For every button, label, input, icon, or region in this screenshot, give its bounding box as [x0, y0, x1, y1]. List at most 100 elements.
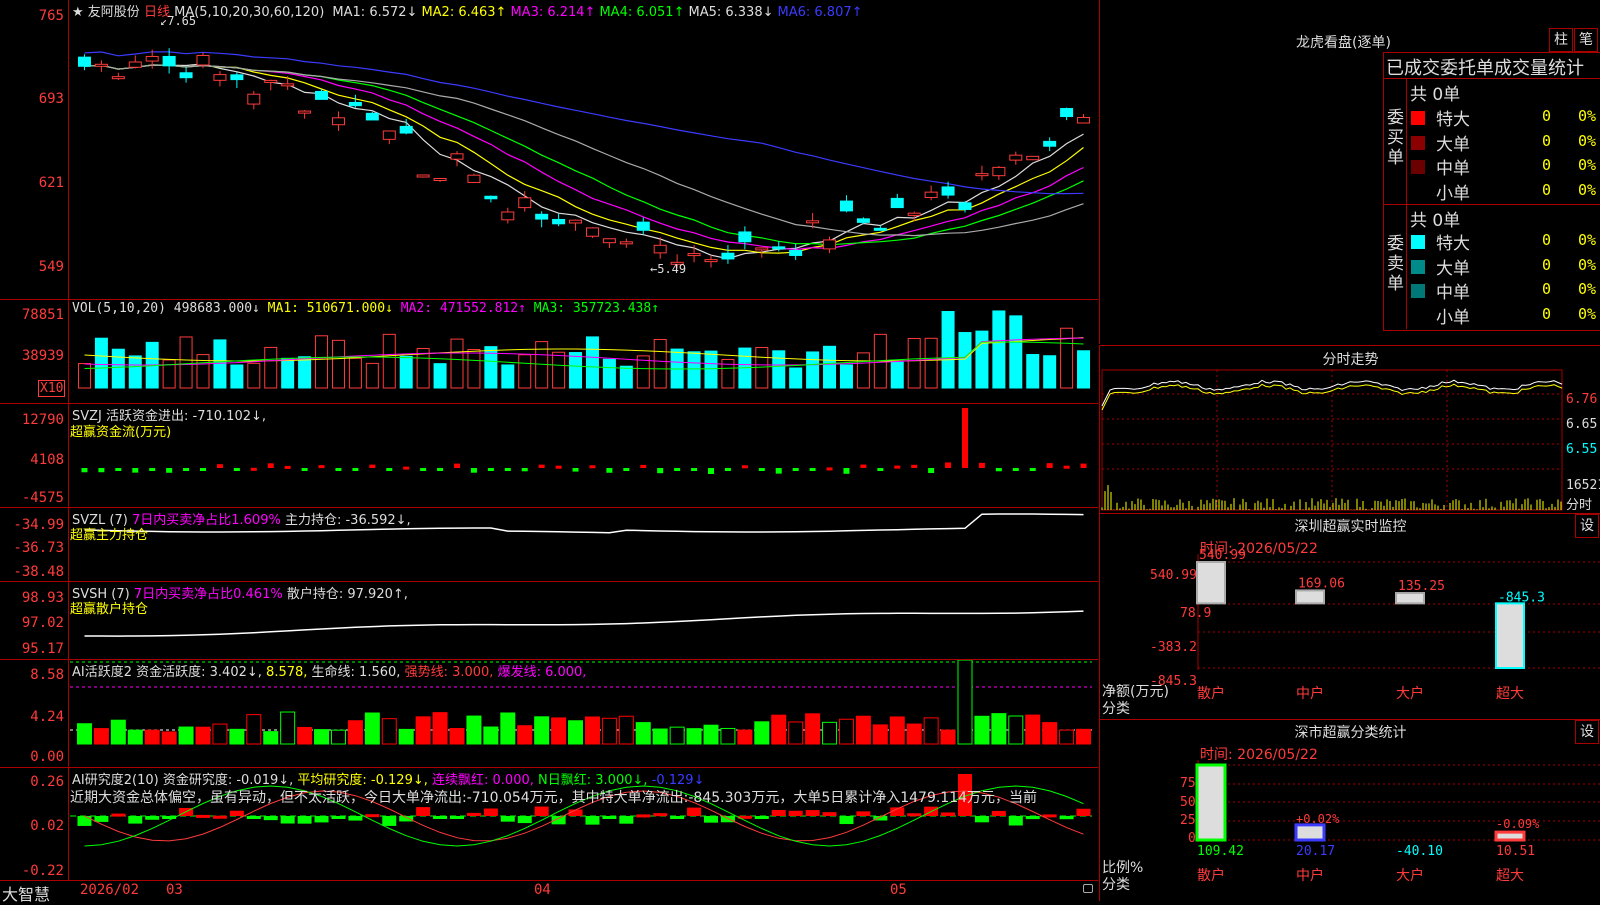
ma-item: MA6: 6.807↑ — [777, 5, 863, 20]
sz-stats-panel[interactable]: 深市超赢分类统计 设 时间: 2026/05/22 109.42 散户 20.17 +… — [1099, 719, 1600, 901]
ma-item: MA5: 6.338↓ — [688, 5, 774, 20]
research-bar — [907, 813, 922, 817]
stats-bottom-value: -40.10 — [1396, 844, 1443, 859]
ai-comment: 近期大资金总体偏空，虽有异动，但不太活跃，今日大单净流出:-710.054万元，… — [70, 790, 1038, 806]
activity-bar — [974, 715, 990, 745]
candle-body — [890, 197, 904, 209]
ai-research-t3: 连续飘红: 0.000, — [432, 773, 534, 788]
candlestick-chart[interactable] — [0, 0, 1098, 299]
fund-flow-bar — [945, 462, 952, 468]
fund-flow-bar — [200, 468, 206, 471]
monitor-category: 散户 — [1197, 685, 1225, 702]
fund-flow-bar — [708, 468, 714, 474]
activity-bar — [568, 720, 584, 745]
fund-flow-bar — [826, 467, 833, 471]
fund-flow-bar — [132, 468, 139, 473]
vol-ma1: MA1: 510671.000↓ — [267, 301, 393, 316]
volume-bar — [399, 355, 413, 389]
research-bar — [94, 816, 109, 822]
ai-research-t1: 资金研究度: -0.019↓, — [162, 773, 294, 788]
star-icon[interactable]: ★ — [72, 5, 84, 20]
stock-name[interactable]: 友阿股份 — [88, 5, 140, 20]
activity-bar — [144, 729, 160, 745]
activity-bar — [991, 713, 1007, 745]
intraday-chart[interactable] — [1100, 346, 1600, 513]
intraday-price-label: 6.76 — [1566, 392, 1598, 407]
fund-flow-bar — [538, 464, 545, 468]
candle-body — [145, 55, 159, 62]
research-bar — [704, 816, 718, 823]
candle-body — [924, 191, 938, 198]
sell-side-label: 委卖单 — [1387, 234, 1404, 294]
research-bar — [280, 816, 295, 824]
kline-panel[interactable]: 765 693 621 549 ★ 友阿股份 日线 MA(5,10,20,30,… — [0, 0, 1098, 300]
volume-bar — [823, 345, 837, 389]
research-bar — [382, 816, 397, 826]
ai-active-panel[interactable]: 8.58 4.24 0.00 AI活跃度2 资金活跃度: 3.402↓, 8.5… — [0, 660, 1098, 768]
activity-bar — [906, 723, 922, 745]
sz-monitor-panel[interactable]: 深圳超赢实时监控 设 时间: 2026/05/22 540.99 散户 169.06… — [1099, 513, 1600, 719]
volume-bar — [382, 333, 396, 389]
volume-bar — [602, 358, 616, 389]
volume-panel[interactable]: 78851 38939 X10 VOL(5,10,20) 498683.000↓… — [0, 300, 1098, 404]
fund-flow-bar — [843, 468, 850, 474]
tick-mode-button[interactable]: 笔 — [1574, 28, 1598, 52]
activity-bar — [1076, 728, 1092, 745]
date-label: 03 — [166, 882, 183, 898]
volume-bar — [569, 352, 583, 389]
fund-flow-bar — [369, 464, 376, 468]
research-bar — [585, 816, 600, 825]
fund-flow-bar — [166, 468, 173, 473]
fund-flow-bar — [1046, 463, 1053, 468]
candle-body — [704, 259, 718, 263]
category-pct: 0% — [1578, 304, 1597, 323]
fund-flow-bar — [115, 468, 122, 471]
stats-bar — [1494, 830, 1526, 842]
fund-flow-bar — [250, 467, 257, 471]
bar-mode-button[interactable]: 柱 — [1549, 28, 1573, 52]
ai-active-header: AI活跃度2 资金活跃度: 3.402↓, 8.578, 生命线: 1.560,… — [72, 661, 586, 680]
sz-stats-chart: 109.42 散户 20.17 +0.02% 中户 -40.10 大户 10.51 -0.09%… — [1195, 760, 1600, 884]
category-pct: 0% — [1578, 107, 1597, 125]
candle-body — [619, 241, 633, 245]
lock-icon[interactable] — [1083, 884, 1093, 893]
svzj-panel[interactable]: 12790 4108 -4575 SVZJ 活跃资金进出: -710.102↓,… — [0, 404, 1098, 508]
svzl-panel[interactable]: -34.99 -36.73 -38.48 SVZL (7) 7日内买卖净占比1.… — [0, 508, 1098, 582]
candle-body — [1077, 116, 1091, 124]
intraday-panel[interactable]: 分时走势 6.76 6.65 6.55 16521 分时 — [1099, 345, 1600, 513]
fund-flow-bar — [267, 463, 274, 468]
stats-bar-label: +0.02% — [1296, 812, 1340, 826]
sz-stats-ylabel: 50 — [1180, 795, 1196, 810]
research-bar — [805, 810, 820, 816]
volume-bar — [772, 350, 786, 389]
category-count: 0 — [1542, 280, 1552, 298]
ai-research-panel[interactable]: 0.26 0.02 -0.22 AI研究度2(10) 资金研究度: -0.019… — [0, 768, 1098, 881]
activity-bar — [551, 717, 567, 745]
vol-prefix: VOL(5,10,20) — [72, 301, 166, 316]
candle-body — [501, 211, 515, 221]
category-count: 0 — [1542, 131, 1552, 150]
category-count: 0 — [1542, 107, 1552, 125]
volume-bar — [856, 352, 870, 389]
table-divider — [1383, 78, 1600, 79]
volume-bar — [992, 310, 1006, 389]
monitor-bar-label: -845.3 — [1498, 590, 1545, 605]
svzj-subtitle: 超赢资金流(万元) — [70, 425, 172, 440]
activity-bar — [855, 715, 871, 745]
ma-values: MA1: 6.572↓ MA2: 6.463↑ MA3: 6.214↑ MA4: 6.… — [328, 5, 862, 20]
activity-bar — [822, 721, 838, 745]
research-bar — [771, 809, 786, 816]
volume-bar — [450, 338, 464, 389]
research-bar — [416, 807, 431, 816]
buy-total: 共 0单 — [1410, 85, 1461, 105]
intraday-price-line — [1101, 379, 1563, 407]
category-count: 0 — [1542, 180, 1552, 199]
svsh-panel[interactable]: 98.93 97.02 95.17 SVSH (7) 7日内买卖净占比0.461… — [0, 582, 1098, 660]
activity-bar — [466, 715, 482, 745]
activity-bar — [517, 725, 533, 745]
category-swatch — [1411, 259, 1425, 274]
fund-flow-bar — [149, 468, 156, 471]
candle-body — [128, 61, 142, 68]
research-bar — [128, 816, 143, 824]
fund-flow-bar — [420, 468, 427, 471]
